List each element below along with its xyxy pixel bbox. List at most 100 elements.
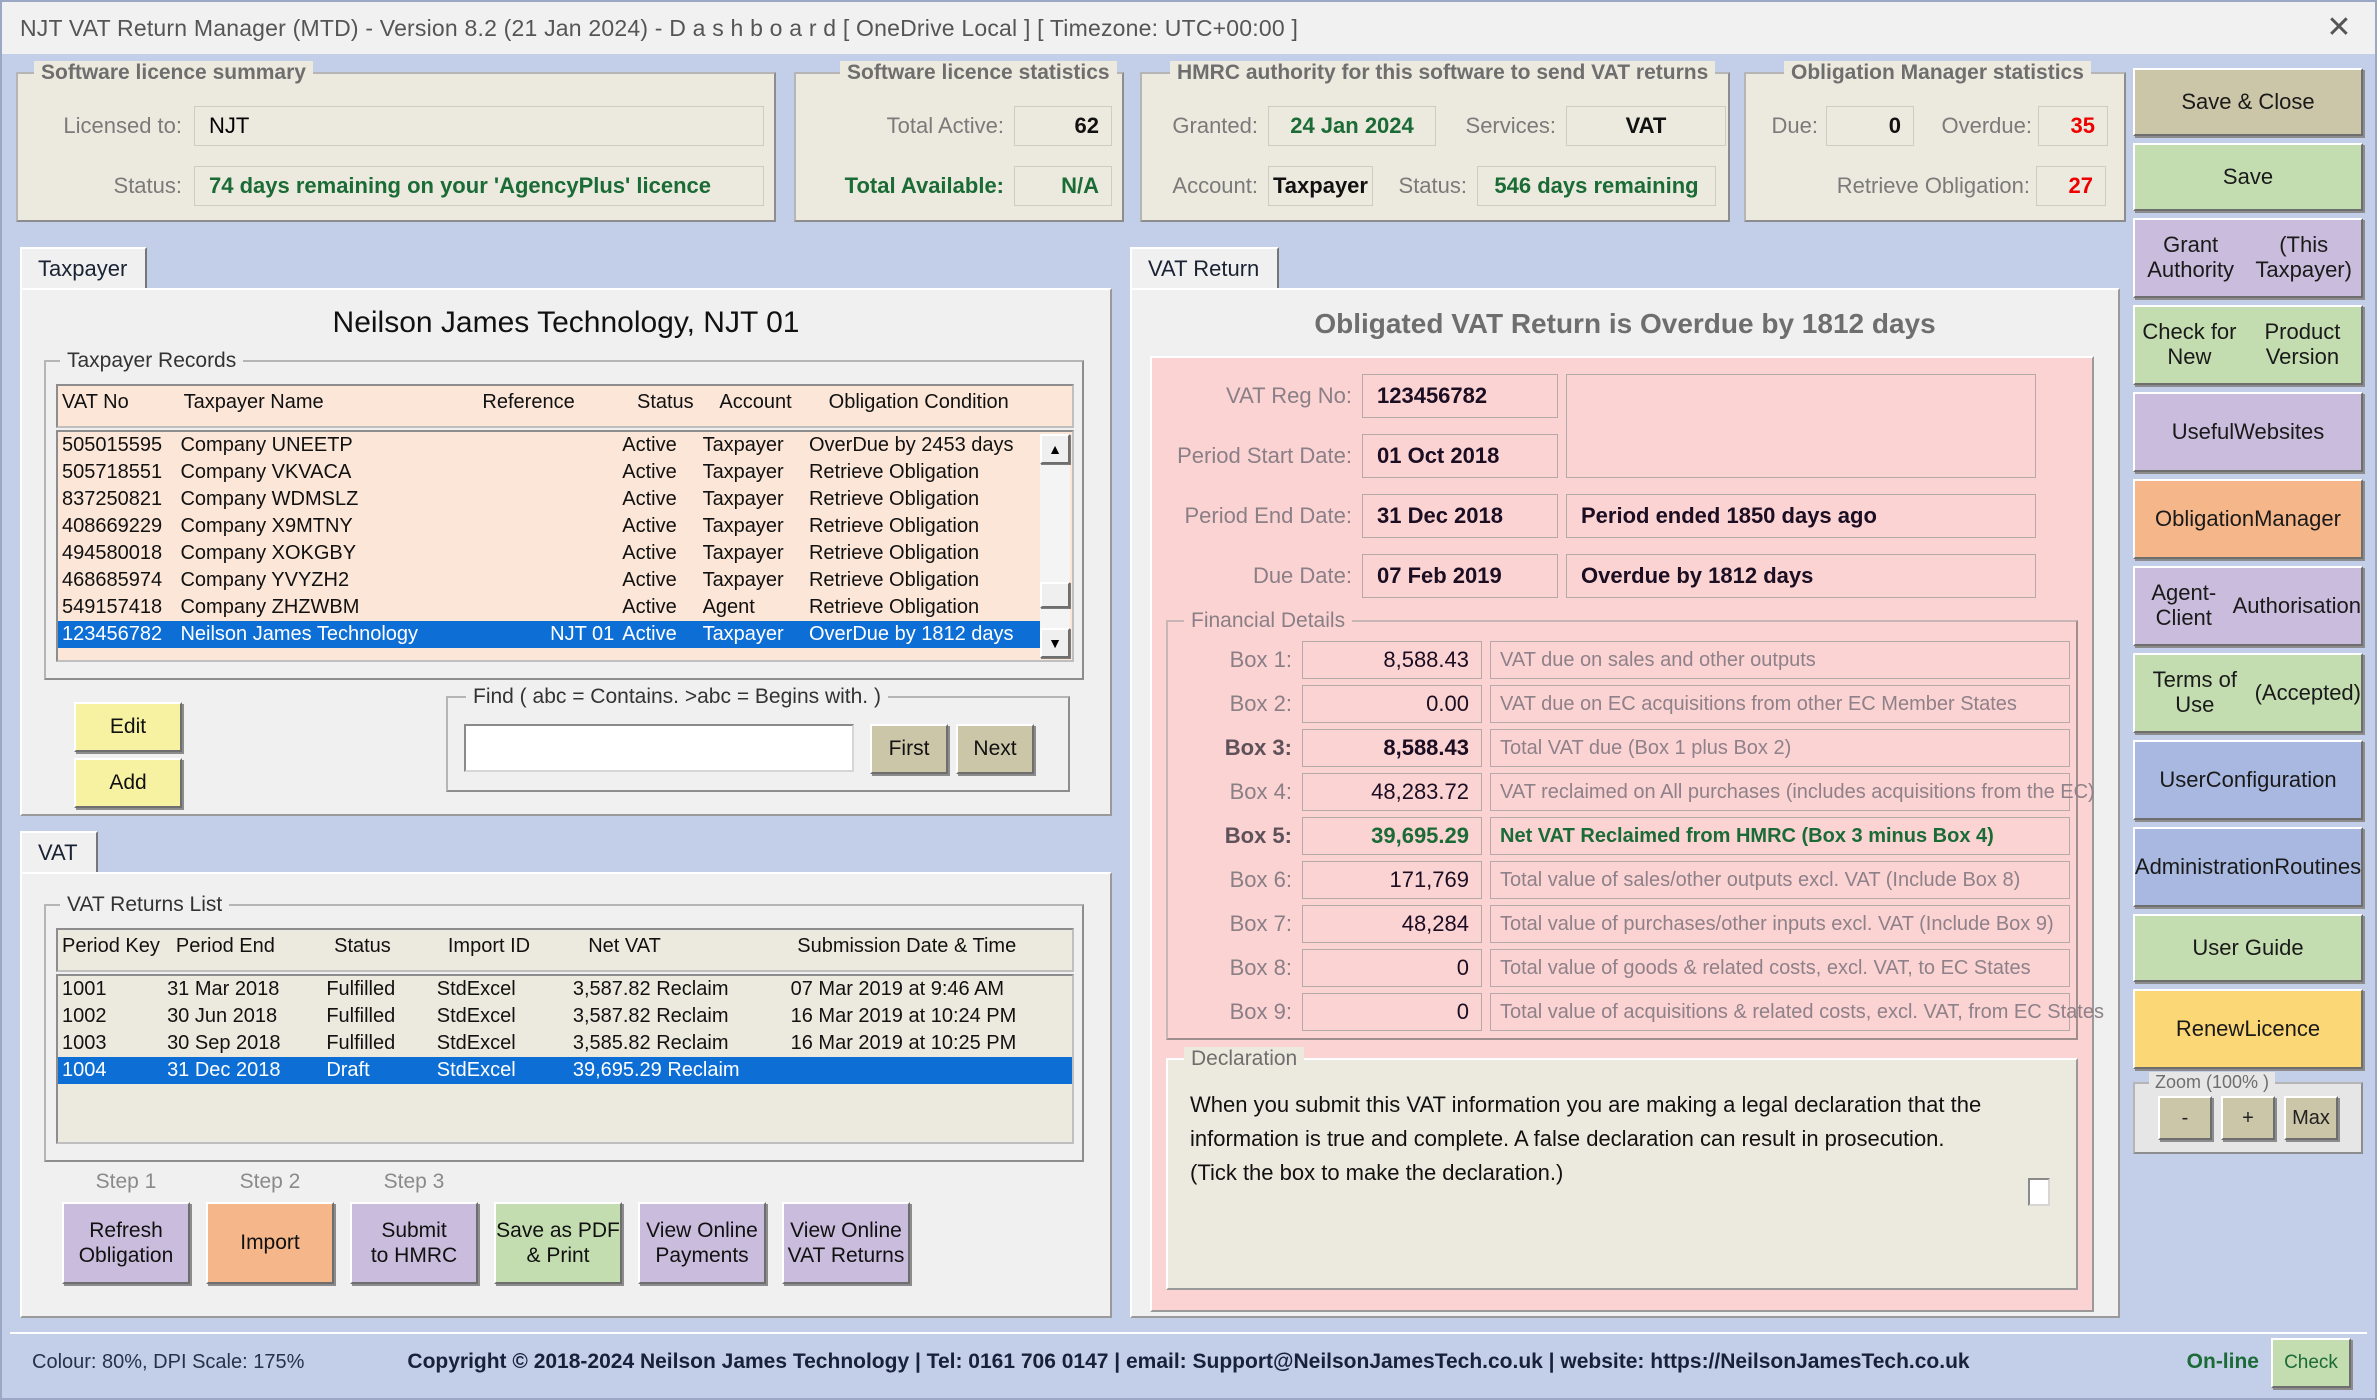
taxpayer-header-row: VAT No Taxpayer Name Reference Status Accoun…	[58, 386, 1072, 420]
sidebar-button-label-line: Grant Authority	[2147, 232, 2235, 282]
financial-box-value[interactable]: 39,695.29	[1302, 817, 1482, 855]
financial-box-value[interactable]: 48,283.72	[1302, 773, 1482, 811]
sidebar-button-label-line: Authorisation	[2232, 592, 2361, 618]
table-row[interactable]: 1001 31 Mar 2018 Fulfilled StdExcel 3,587.82…	[58, 976, 1072, 1003]
zoom-out-button[interactable]: -	[2158, 1096, 2212, 1140]
zoom-max-button[interactable]: Max	[2284, 1096, 2338, 1140]
add-button[interactable]: Add	[74, 758, 182, 808]
tab-vat[interactable]: VAT	[20, 831, 98, 874]
declaration-line-3: (Tick the box to make the declaration.)	[1190, 1160, 1564, 1186]
sidebar-button-label-line: (Accepted)	[2254, 679, 2361, 705]
table-row[interactable]: 1004 31 Dec 2018 Draft StdExcel 39,695.29 Re…	[58, 1057, 1072, 1084]
status-check-button[interactable]: Check	[2271, 1338, 2351, 1388]
period-start-label: Period Start Date:	[1177, 443, 1352, 468]
financial-box-value[interactable]: 171,769	[1302, 861, 1482, 899]
licence-summary-title: Software licence summary	[34, 61, 313, 85]
tab-vat-return[interactable]: VAT Return	[1130, 247, 1280, 290]
financial-box-label: Box 1:	[1229, 647, 1292, 672]
table-cell: Fulfilled	[326, 1005, 396, 1027]
financial-box-row: Box 3: 8,588.43 Total VAT due (Box 1 plus …	[1168, 728, 2076, 768]
sidebar-button-save[interactable]: Save	[2133, 143, 2363, 211]
taxpayer-row-list: 505015595 Company UNEETP Active Taxpayer Ove…	[58, 432, 1046, 648]
taxpayer-grid-scrollbar[interactable]: ▲ ▼	[1040, 434, 1070, 658]
table-cell: Retrieve Obligation	[808, 461, 980, 483]
due-label: Due:	[1771, 113, 1818, 138]
close-icon[interactable]: ✕	[2315, 8, 2363, 48]
table-row[interactable]: 408669229 Company X9MTNY Active Taxpayer Ret…	[58, 513, 1046, 540]
step-button-view-online-payments[interactable]: View Online Payments	[638, 1202, 766, 1284]
scrollbar-thumb[interactable]	[1040, 582, 1070, 608]
account-label: Account:	[1172, 173, 1258, 198]
step-caption: Step 1	[95, 1170, 157, 1193]
financial-box-value[interactable]: 8,588.43	[1302, 641, 1482, 679]
sidebar-button-user-configuration[interactable]: User Configuration	[2133, 740, 2363, 820]
step-button-import[interactable]: Import	[206, 1202, 334, 1284]
step-button-save-as-pdf-print[interactable]: Save as PDF & Print	[494, 1202, 622, 1284]
financial-box-value[interactable]: 0	[1302, 949, 1482, 987]
sidebar-button-check-for-new-product-version[interactable]: Check for New Product Version	[2133, 305, 2363, 385]
sidebar-button-agent-client-authorisation[interactable]: Agent-Client Authorisation	[2133, 566, 2363, 646]
table-cell: Taxpayer	[698, 621, 805, 648]
declaration-line-2: information is true and complete. A fals…	[1190, 1126, 1945, 1152]
scroll-down-icon[interactable]: ▼	[1040, 628, 1070, 658]
vat-returns-list-group: VAT Returns List Period Key Period End Sta…	[44, 893, 1084, 1162]
table-cell: Active	[622, 488, 677, 510]
table-row[interactable]: 505718551 Company VKVACA Active Taxpayer Ret…	[58, 459, 1046, 486]
find-next-button[interactable]: Next	[956, 724, 1034, 774]
sidebar-button-renew-licence[interactable]: Renew Licence	[2133, 989, 2363, 1069]
table-row[interactable]: 1002 30 Jun 2018 Fulfilled StdExcel 3,587.82…	[58, 1003, 1072, 1030]
declaration-group: Declaration When you submit this VAT inf…	[1166, 1047, 2078, 1290]
financial-box-value[interactable]: 0.00	[1302, 685, 1482, 723]
find-input[interactable]	[464, 724, 854, 772]
declaration-checkbox[interactable]	[2028, 1178, 2050, 1206]
table-row[interactable]: 549157418 Company ZHZWBM Active Agent Retrie…	[58, 594, 1046, 621]
step-button-refresh-obligation[interactable]: Refresh Obligation	[62, 1202, 190, 1284]
table-row[interactable]: 505015595 Company UNEETP Active Taxpayer Ove…	[58, 432, 1046, 459]
table-row[interactable]: 468685974 Company YVYZH2 Active Taxpayer Ret…	[58, 567, 1046, 594]
tab-taxpayer[interactable]: Taxpayer	[20, 247, 148, 290]
sidebar-button-obligation-manager[interactable]: Obligation Manager	[2133, 479, 2363, 559]
find-group-title: Find ( abc = Contains. >abc = Begins wit…	[466, 685, 888, 709]
sidebar-button-grant-authority-this-taxpayer[interactable]: Grant Authority (This Taxpayer)	[2133, 218, 2363, 298]
table-row[interactable]: 1003 30 Sep 2018 Fulfilled StdExcel 3,585.82…	[58, 1030, 1072, 1057]
taxpayer-grid-body: 505015595 Company UNEETP Active Taxpayer Ove…	[56, 430, 1074, 662]
table-row[interactable]: 123456782 Neilson James Technology NJT 01 A…	[58, 621, 1046, 648]
edit-button[interactable]: Edit	[74, 702, 182, 752]
step-button-label-line: to HMRC	[370, 1244, 458, 1267]
table-cell: OverDue by 2453 days	[808, 434, 1014, 456]
financial-box-row: Box 2: 0.00 VAT due on EC acquisitions fro…	[1168, 684, 2076, 724]
vat-return-heading: Obligated VAT Return is Overdue by 1812 …	[1314, 308, 1936, 339]
table-cell: 1003	[62, 1032, 107, 1054]
taxpayer-tab-host: Taxpayer Neilson James Technology, NJT 0…	[20, 244, 1112, 816]
table-row[interactable]: 837250821 Company WDMSLZ Active Taxpayer Ret…	[58, 486, 1046, 513]
taxpayer-column-header: VAT No	[62, 391, 129, 413]
vat-tab-host: VAT VAT Returns List Period Key Period En…	[20, 828, 1112, 1318]
financial-box-value[interactable]: 0	[1302, 993, 1482, 1031]
table-cell: 16 Mar 2019 at 10:24 PM	[790, 1005, 1017, 1027]
sidebar-button-administration-routines[interactable]: Administration Routines	[2133, 827, 2363, 907]
vat-reg-no-value: 123456782	[1362, 374, 1558, 418]
financial-box-value[interactable]: 8,588.43	[1302, 729, 1482, 767]
status-colour-dpi: Colour: 80%, DPI Scale: 175%	[32, 1350, 305, 1373]
table-cell	[468, 567, 619, 594]
table-cell: 408669229	[62, 515, 163, 537]
sidebar-button-terms-of-use-accepted[interactable]: Terms of Use (Accepted)	[2133, 653, 2363, 733]
financial-box-row: Box 9: 0 Total value of acquisitions & rel…	[1168, 992, 2104, 1032]
overdue-label: Overdue:	[1941, 113, 2033, 138]
granted-value: 24 Jan 2024	[1268, 106, 1436, 146]
zoom-in-button[interactable]: +	[2221, 1096, 2275, 1140]
step-button-label-line: VAT Returns	[787, 1244, 905, 1267]
step-button-submit-to-hmrc[interactable]: Submit to HMRC	[350, 1202, 478, 1284]
find-first-button[interactable]: First	[870, 724, 948, 774]
scroll-up-icon[interactable]: ▲	[1040, 434, 1070, 464]
sidebar-button-save-close[interactable]: Save & Close	[2133, 68, 2363, 136]
sidebar-button-useful-websites[interactable]: Useful Websites	[2133, 392, 2363, 472]
table-cell: Active	[622, 569, 677, 591]
sidebar-button-list: Save & Close Save Grant Authority (This Tax…	[2133, 68, 2363, 1069]
sidebar-button-label-line: Manager	[2254, 505, 2341, 531]
table-row[interactable]: 494580018 Company XOKGBY Active Taxpayer Ret…	[58, 540, 1046, 567]
sidebar-button-label-line: Useful	[2171, 418, 2235, 444]
financial-box-value[interactable]: 48,284	[1302, 905, 1482, 943]
step-button-view-online-vat-returns[interactable]: View Online VAT Returns	[782, 1202, 910, 1284]
sidebar-button-user-guide[interactable]: User Guide	[2133, 914, 2363, 982]
